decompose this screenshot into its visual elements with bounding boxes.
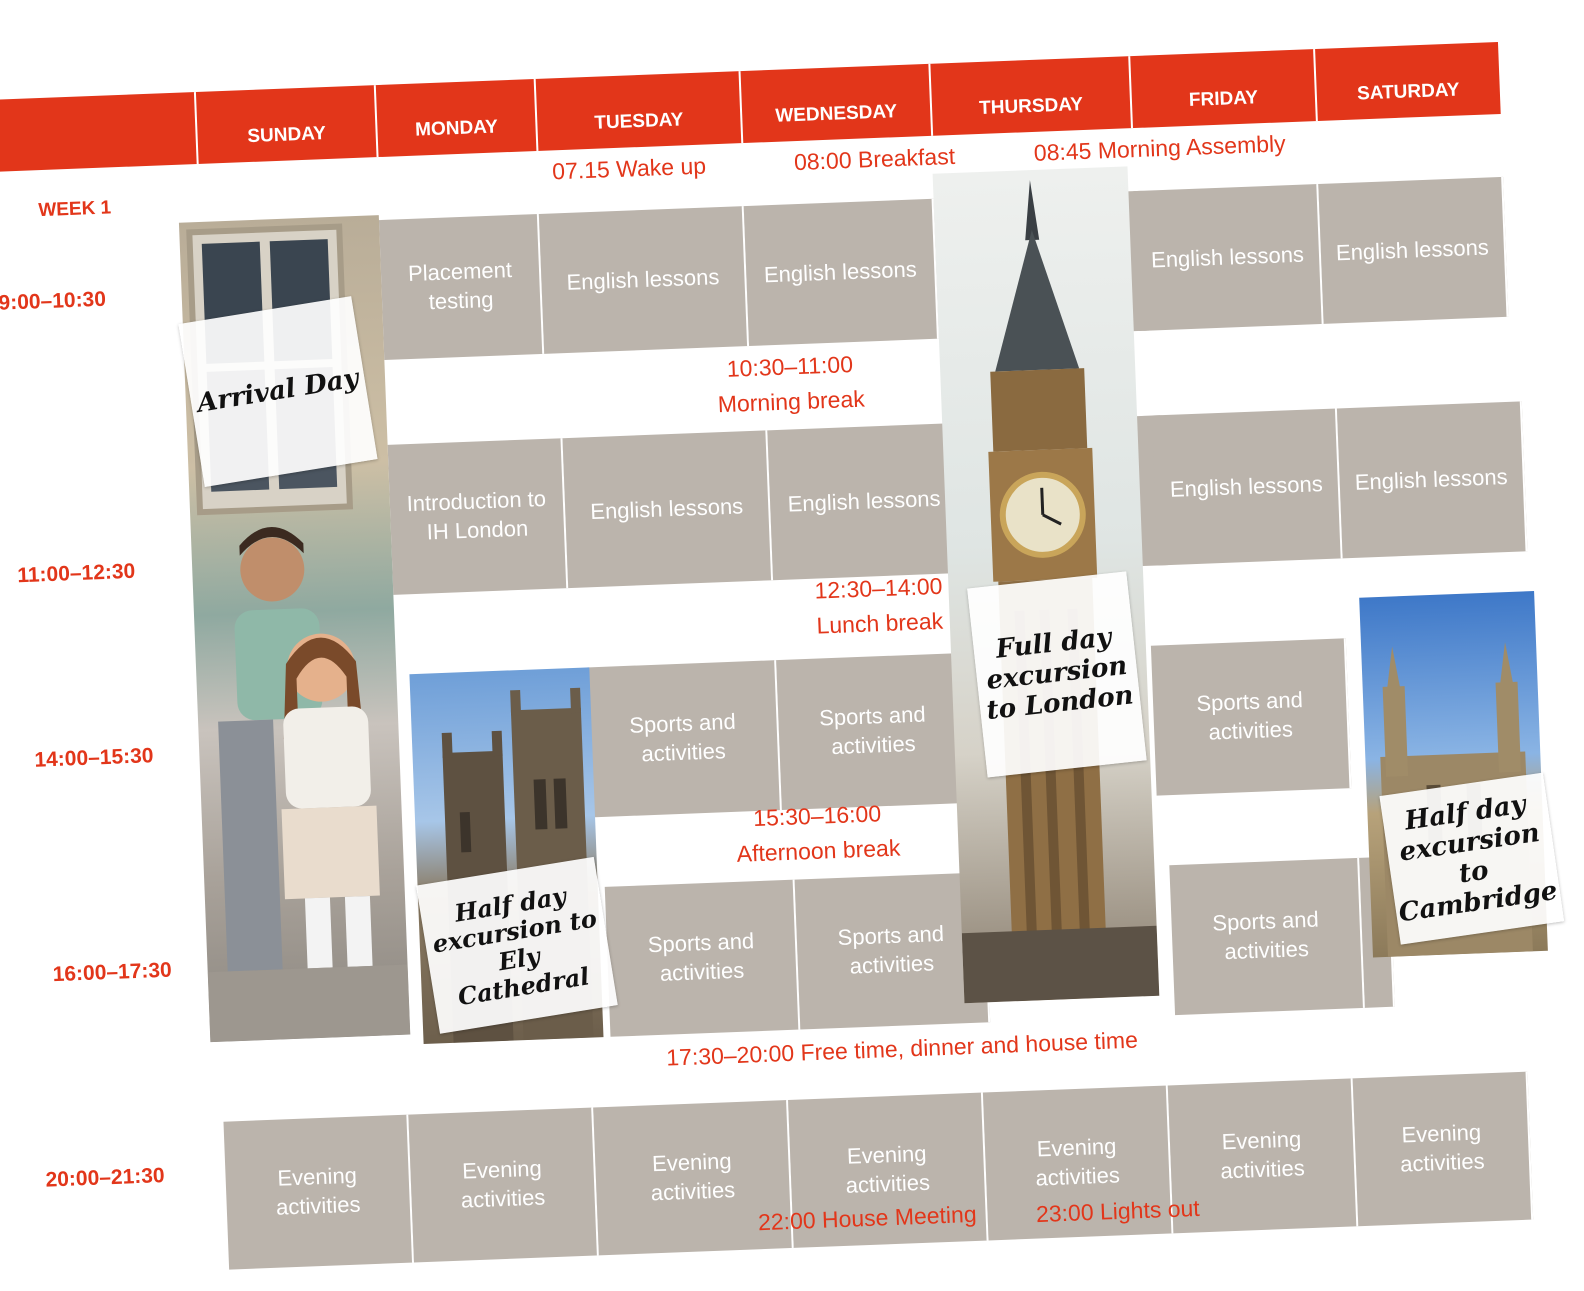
day-friday: FRIDAY xyxy=(1128,49,1316,129)
wednesday-sports-cell-1: Sports and activities xyxy=(776,652,972,811)
evening-text: Evening activities xyxy=(275,1163,361,1220)
wednesday-english-cell-1: English lessons xyxy=(743,198,939,346)
sports-text: Sports and activities xyxy=(1211,906,1320,965)
tuesday-sports-cell-2: Sports and activities xyxy=(604,879,801,1037)
sports-text: Sports and activities xyxy=(818,701,927,760)
day-wednesday: WEDNESDAY xyxy=(738,63,932,144)
assembly-text: 08:45 Morning Assembly xyxy=(1033,130,1287,166)
cambridge-excursion-note: Half day excursion to Cambridge xyxy=(1379,772,1565,945)
wake-up-text: 07.15 Wake up xyxy=(551,152,707,185)
week-label: WEEK 1 xyxy=(37,197,112,222)
sunday-evening-cell: Evening activities xyxy=(223,1114,415,1270)
sports-text: Sports and activities xyxy=(628,709,737,767)
wednesday-english-cell-2: English lessons xyxy=(767,423,963,581)
breakfast-text: 08:00 Breakfast xyxy=(793,142,956,176)
friday-sports-cell-2: Sports and activities xyxy=(1169,857,1365,1016)
time-slot-5: 20:00–21:30 xyxy=(45,1164,166,1192)
arrival-day-note: Arrival Day xyxy=(178,296,378,488)
evening-text: Evening activities xyxy=(460,1155,546,1213)
time-slot-3: 14:00–15:30 xyxy=(34,744,154,772)
saturday-english-cell-1: English lessons xyxy=(1318,176,1509,324)
intro-text: Introduction to IH London xyxy=(406,486,547,545)
free-time-text: 17:30–20:00 Free time, dinner and house … xyxy=(665,1026,1139,1071)
ely-excursion-note: Half day excursion to Ely Cathedral xyxy=(416,856,618,1034)
monday-placement-cell: Placement testing xyxy=(378,213,545,360)
evening-text: Evening activities xyxy=(1219,1126,1306,1184)
tuesday-english-cell-1: English lessons xyxy=(538,206,750,354)
friday-english-cell-1: English lessons xyxy=(1133,184,1324,332)
timetable: SUNDAY MONDAY TUESDAY WEDNESDAY THURSDAY… xyxy=(0,0,1584,1289)
day-sunday: SUNDAY xyxy=(193,85,377,165)
saturday-evening-cell: Evening activities xyxy=(1352,1071,1534,1227)
friday-sports-cell-1: Sports and activities xyxy=(1150,638,1352,796)
time-slot-1: 09:00–10:30 xyxy=(0,287,107,316)
london-excursion-note: Full day excursion to London xyxy=(967,571,1147,778)
time-slot-2: 11:00–12:30 xyxy=(16,559,136,588)
evening-text: Evening activities xyxy=(845,1141,931,1198)
sports-text: Sports and activities xyxy=(837,921,945,979)
friday-english-cell-2: English lessons xyxy=(1152,408,1343,566)
tuesday-sports-cell-1: Sports and activities xyxy=(586,660,782,818)
evening-text: Evening activities xyxy=(650,1148,736,1206)
monday-intro-cell: Introduction to IH London xyxy=(387,438,569,595)
day-saturday: SATURDAY xyxy=(1313,42,1501,122)
monday-evening-cell: Evening activities xyxy=(408,1107,599,1263)
afternoon-break: 15:30–16:00 Afternoon break xyxy=(667,793,969,873)
evening-text: Evening activities xyxy=(1399,1119,1486,1177)
saturday-english-cell-2: English lessons xyxy=(1336,401,1528,559)
day-monday: MONDAY xyxy=(373,79,537,158)
day-thursday: THURSDAY xyxy=(928,56,1131,136)
tuesday-english-cell-2: English lessons xyxy=(562,430,774,589)
sports-text: Sports and activities xyxy=(1195,687,1304,745)
morning-break: 10:30–11:00 Morning break xyxy=(639,344,941,424)
day-tuesday: TUESDAY xyxy=(533,71,742,151)
evening-text: Evening activities xyxy=(1035,1133,1121,1191)
time-slot-4: 16:00–17:30 xyxy=(52,958,173,987)
sports-text: Sports and activities xyxy=(647,928,755,986)
